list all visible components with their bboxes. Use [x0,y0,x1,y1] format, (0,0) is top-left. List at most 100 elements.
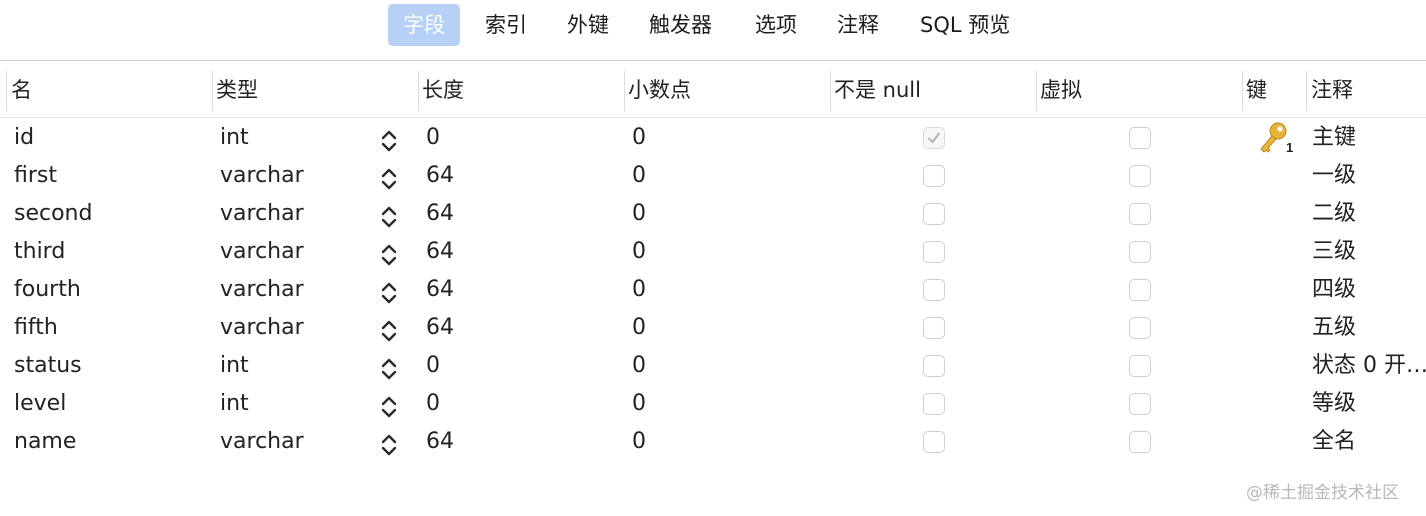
field-comment-cell[interactable]: 四级 [1312,271,1356,309]
field-type-cell[interactable]: int [220,385,249,423]
column-separator[interactable] [1242,71,1243,111]
tab-foreign-keys[interactable]: 外键 [552,4,624,46]
virtual-checkbox[interactable] [1129,203,1151,225]
column-separator[interactable] [1306,71,1307,111]
field-comment-cell[interactable]: 主键 [1312,119,1356,157]
field-length-cell[interactable]: 0 [426,119,440,157]
column-separator[interactable] [1036,71,1037,111]
table-row[interactable]: fifth varchar 64 0 五级 [0,309,1426,347]
virtual-checkbox[interactable] [1129,355,1151,377]
chevron-up-down-icon[interactable] [381,205,397,229]
field-comment-cell[interactable]: 全名 [1312,423,1356,461]
field-name-cell[interactable]: fifth [14,309,58,347]
column-header-decimals[interactable]: 小数点 [628,61,691,117]
field-length-cell[interactable]: 0 [426,347,440,385]
field-length-cell[interactable]: 0 [426,385,440,423]
field-type-cell[interactable]: int [220,347,249,385]
column-header-key[interactable]: 键 [1246,61,1267,117]
column-separator[interactable] [830,71,831,111]
virtual-checkbox[interactable] [1129,279,1151,301]
tab-triggers[interactable]: 触发器 [634,4,727,46]
not-null-checkbox[interactable] [923,355,945,377]
chevron-up-down-icon[interactable] [381,433,397,457]
field-type-cell[interactable]: varchar [220,309,304,347]
field-decimals-cell[interactable]: 0 [632,271,646,309]
chevron-up-down-icon[interactable] [381,357,397,381]
field-name-cell[interactable]: level [14,385,66,423]
field-length-cell[interactable]: 64 [426,233,454,271]
field-name-cell[interactable]: id [14,119,34,157]
field-decimals-cell[interactable]: 0 [632,157,646,195]
chevron-up-down-icon[interactable] [381,281,397,305]
table-row[interactable]: second varchar 64 0 二级 [0,195,1426,233]
column-header-virtual[interactable]: 虚拟 [1040,61,1082,117]
not-null-checkbox[interactable] [923,203,945,225]
tab-options[interactable]: 选项 [740,4,812,46]
field-comment-cell[interactable]: 一级 [1312,157,1356,195]
field-name-cell[interactable]: name [14,423,76,461]
column-header-type[interactable]: 类型 [216,61,258,117]
field-type-cell[interactable]: varchar [220,271,304,309]
field-length-cell[interactable]: 64 [426,157,454,195]
field-name-cell[interactable]: third [14,233,65,271]
field-name-cell[interactable]: status [14,347,82,385]
virtual-checkbox[interactable] [1129,317,1151,339]
field-decimals-cell[interactable]: 0 [632,195,646,233]
tab-sql-preview[interactable]: SQL 预览 [905,4,1025,46]
field-comment-cell[interactable]: 二级 [1312,195,1356,233]
chevron-up-down-icon[interactable] [381,395,397,419]
field-comment-cell[interactable]: 等级 [1312,385,1356,423]
not-null-checkbox[interactable] [923,241,945,263]
field-length-cell[interactable]: 64 [426,271,454,309]
column-header-comment[interactable]: 注释 [1311,61,1353,117]
tab-indexes[interactable]: 索引 [470,4,542,46]
field-decimals-cell[interactable]: 0 [632,385,646,423]
chevron-up-down-icon[interactable] [381,319,397,343]
field-comment-cell[interactable]: 状态 0 开… [1312,347,1426,385]
tab-comment[interactable]: 注释 [822,4,894,46]
table-row[interactable]: level int 0 0 等级 [0,385,1426,423]
chevron-up-down-icon[interactable] [381,167,397,191]
table-row[interactable]: fourth varchar 64 0 四级 [0,271,1426,309]
column-separator[interactable] [212,71,213,111]
virtual-checkbox[interactable] [1129,165,1151,187]
table-row[interactable]: first varchar 64 0 一级 [0,157,1426,195]
not-null-checkbox[interactable] [923,393,945,415]
tab-fields[interactable]: 字段 [388,4,460,46]
virtual-checkbox[interactable] [1129,431,1151,453]
column-separator[interactable] [624,71,625,111]
field-length-cell[interactable]: 64 [426,309,454,347]
not-null-checkbox[interactable] [923,127,945,149]
field-comment-cell[interactable]: 五级 [1312,309,1356,347]
virtual-checkbox[interactable] [1129,127,1151,149]
table-row[interactable]: name varchar 64 0 全名 [0,423,1426,461]
field-length-cell[interactable]: 64 [426,195,454,233]
field-type-cell[interactable]: varchar [220,233,304,271]
field-decimals-cell[interactable]: 0 [632,309,646,347]
field-type-cell[interactable]: varchar [220,157,304,195]
virtual-checkbox[interactable] [1129,241,1151,263]
field-name-cell[interactable]: first [14,157,57,195]
field-length-cell[interactable]: 64 [426,423,454,461]
field-name-cell[interactable]: second [14,195,92,233]
column-header-not-null[interactable]: 不是 null [834,61,921,117]
not-null-checkbox[interactable] [923,165,945,187]
column-separator[interactable] [6,71,7,111]
field-type-cell[interactable]: varchar [220,423,304,461]
field-comment-cell[interactable]: 三级 [1312,233,1356,271]
table-row[interactable]: id int 0 0 1 主键 [0,119,1426,157]
field-decimals-cell[interactable]: 0 [632,233,646,271]
field-decimals-cell[interactable]: 0 [632,423,646,461]
virtual-checkbox[interactable] [1129,393,1151,415]
field-name-cell[interactable]: fourth [14,271,81,309]
field-type-cell[interactable]: varchar [220,195,304,233]
column-header-name[interactable]: 名 [11,61,32,117]
field-type-cell[interactable]: int [220,119,249,157]
not-null-checkbox[interactable] [923,317,945,339]
column-header-length[interactable]: 长度 [422,61,464,117]
not-null-checkbox[interactable] [923,431,945,453]
table-row[interactable]: third varchar 64 0 三级 [0,233,1426,271]
table-row[interactable]: status int 0 0 状态 0 开… [0,347,1426,385]
chevron-up-down-icon[interactable] [381,129,397,153]
field-decimals-cell[interactable]: 0 [632,347,646,385]
